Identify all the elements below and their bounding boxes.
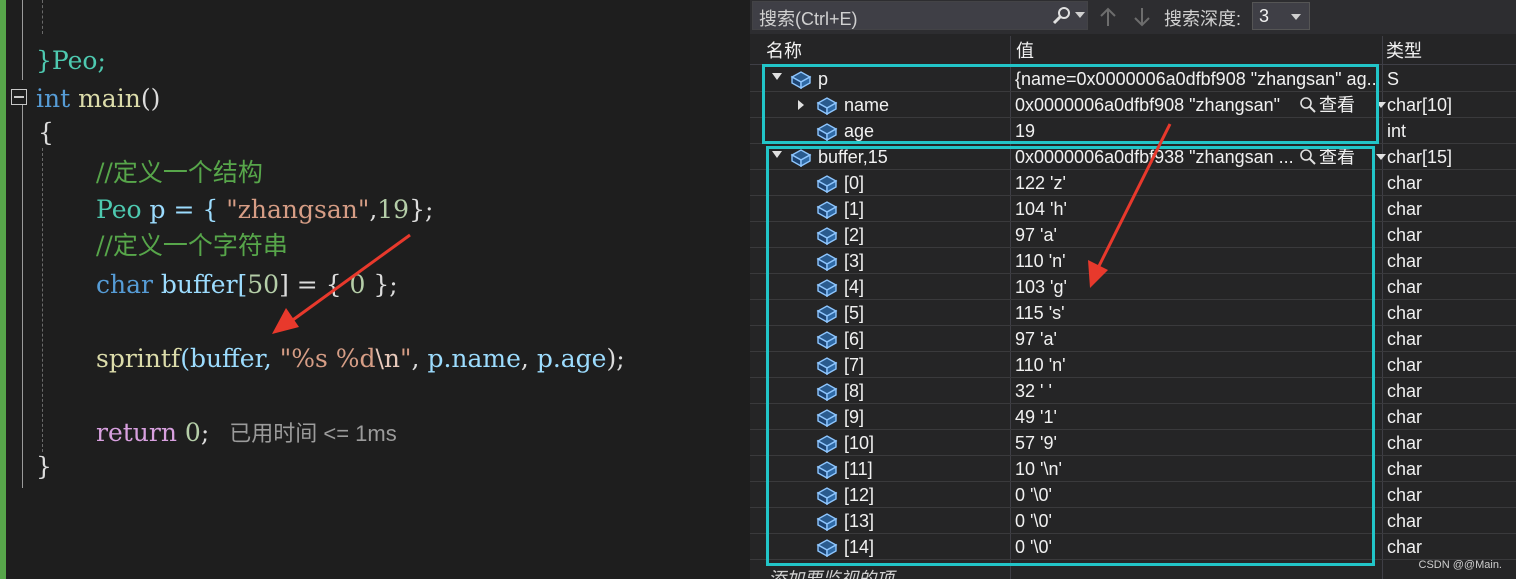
search-depth-value: 3 <box>1259 6 1270 26</box>
watch-column-header: 名称 值 类型 <box>750 36 1516 65</box>
find-next-icon[interactable] <box>1132 6 1152 28</box>
chevron-down-icon[interactable] <box>1376 154 1386 160</box>
watch-row-type: char <box>1387 355 1423 375</box>
code-line-open-brace: { <box>38 118 54 147</box>
watch-row-type: char <box>1387 173 1423 193</box>
search-input[interactable]: 搜索(Ctrl+E) <box>759 5 858 31</box>
code-line-comment-struct: //定义一个结构 <box>96 158 263 187</box>
column-header-value[interactable]: 值 <box>1016 37 1034 63</box>
code-line-main: int main() <box>36 84 161 113</box>
watch-row-type: char <box>1387 381 1423 401</box>
watch-row-type: char <box>1387 303 1423 323</box>
watch-row-type: S <box>1387 69 1400 89</box>
code-editor[interactable]: }Peo; int main() { //定义一个结构 Peo p = { "z… <box>0 0 750 579</box>
watch-row-type: char <box>1387 251 1423 271</box>
watch-row-type: char[15] <box>1387 147 1453 167</box>
watch-toolbar: 搜索(Ctrl+E) 搜索深度: 3 <box>750 0 1516 34</box>
code-line-comment-string: //定义一个字符串 <box>96 231 288 260</box>
collapse-toggle[interactable] <box>11 89 27 105</box>
indent-guide <box>42 0 43 34</box>
watch-row-type: char <box>1387 277 1423 297</box>
code-line-close-brace: } <box>36 452 52 481</box>
watermark: CSDN @@Main. <box>1418 559 1502 571</box>
code-line-sprintf: sprintf(buffer, "%s %d\n", p.name, p.age… <box>96 344 625 373</box>
watch-row-type: char[10] <box>1387 95 1453 115</box>
search-depth-label: 搜索深度: <box>1164 9 1242 29</box>
watch-row-type: char <box>1387 511 1423 531</box>
watch-row-type: char <box>1387 485 1423 505</box>
search-box[interactable]: 搜索(Ctrl+E) <box>752 1 1088 30</box>
highlight-box-struct <box>762 64 1379 144</box>
watch-row-type: char <box>1387 407 1423 427</box>
add-watch-item[interactable]: 添加要监视的项 <box>768 565 894 579</box>
highlight-box-buffer <box>766 146 1375 566</box>
chevron-down-icon <box>1291 14 1301 20</box>
indent-guide <box>42 148 43 452</box>
watch-row-type: char <box>1387 225 1423 245</box>
watch-row-type: char <box>1387 433 1423 453</box>
watch-row-type: char <box>1387 537 1423 557</box>
perf-tip[interactable]: 已用时间 <= 1ms <box>229 421 396 446</box>
debug-margin-bar <box>0 0 6 579</box>
find-previous-icon[interactable] <box>1098 6 1118 28</box>
search-depth-select[interactable]: 3 <box>1252 2 1310 30</box>
code-line-peo-init: Peo p = { "zhangsan",19}; <box>96 195 434 224</box>
watch-window: 搜索(Ctrl+E) 搜索深度: 3 名称 值 类型 p {name=0x0000… <box>750 0 1516 579</box>
outline-line <box>22 105 23 488</box>
code-line-return: return 0; 已用时间 <= 1ms <box>96 418 397 447</box>
column-header-type[interactable]: 类型 <box>1386 37 1422 63</box>
watch-row-type: char <box>1387 329 1423 349</box>
outline-line <box>22 0 23 80</box>
watch-row-type: int <box>1387 121 1407 141</box>
watch-row-type: char <box>1387 199 1423 219</box>
search-options-dropdown-icon[interactable] <box>1075 12 1085 18</box>
column-header-name[interactable]: 名称 <box>766 37 802 63</box>
code-line-struct-end: }Peo; <box>36 46 106 75</box>
code-line-buffer-decl: char buffer[50] = { 0 }; <box>96 270 398 299</box>
watch-row-type: char <box>1387 459 1423 479</box>
search-icon[interactable] <box>1051 6 1073 26</box>
